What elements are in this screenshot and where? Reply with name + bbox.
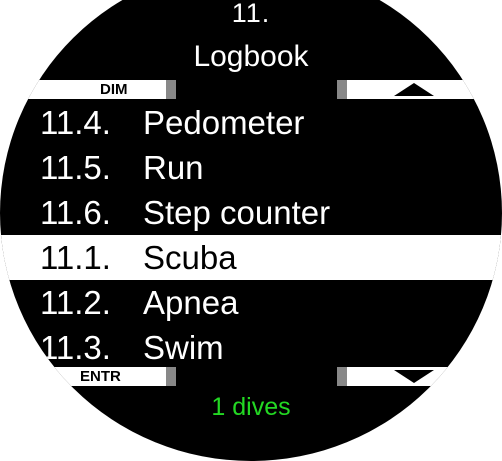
- menu-item-label: Run: [143, 149, 204, 186]
- menu-item-number: 11.4.: [40, 104, 111, 141]
- button-edge: [166, 367, 176, 386]
- scroll-down-button[interactable]: [337, 367, 480, 386]
- menu-item-scuba[interactable]: 11.1. Scuba: [0, 235, 502, 280]
- button-edge: [337, 367, 347, 386]
- page-title: Logbook: [193, 40, 309, 73]
- up-arrow-icon: [394, 83, 434, 96]
- button-edge: [166, 80, 176, 99]
- menu-item-number: 11.1.: [40, 239, 111, 276]
- menu-number: 11.: [231, 0, 271, 28]
- menu-item-number: 11.6.: [40, 194, 111, 231]
- logbook-menu-list: 11.4. Pedometer 11.5. Run 11.6. Step cou…: [0, 100, 502, 370]
- menu-item-number: 11.3.: [40, 329, 111, 366]
- button-edge: [337, 80, 347, 99]
- menu-item-pedometer[interactable]: 11.4. Pedometer: [0, 100, 502, 145]
- watch-screen: 11. Logbook DIM 11.4. Pedometer 11.5. Ru…: [0, 0, 502, 461]
- logbook-menu-screen: 11. Logbook DIM 11.4. Pedometer 11.5. Ru…: [0, 0, 502, 426]
- dim-button[interactable]: DIM: [20, 80, 176, 99]
- menu-item-label: Swim: [143, 329, 224, 366]
- menu-item-label: Step counter: [143, 194, 331, 231]
- dive-count-status: 1 dives: [211, 393, 291, 421]
- scroll-up-button[interactable]: [337, 80, 480, 99]
- menu-item-label: Apnea: [143, 284, 239, 321]
- menu-item-run[interactable]: 11.5. Run: [0, 145, 502, 190]
- menu-item-apnea[interactable]: 11.2. Apnea: [0, 280, 502, 325]
- enter-button-label: ENTR: [80, 368, 121, 385]
- menu-item-number: 11.5.: [40, 149, 111, 186]
- dim-button-label: DIM: [100, 81, 128, 98]
- menu-item-step-counter[interactable]: 11.6. Step counter: [0, 190, 502, 235]
- menu-item-swim[interactable]: 11.3. Swim: [0, 325, 502, 370]
- menu-item-number: 11.2.: [40, 284, 111, 321]
- menu-item-label: Scuba: [143, 239, 237, 276]
- menu-item-label: Pedometer: [143, 104, 305, 141]
- down-arrow-icon: [394, 370, 434, 383]
- enter-button[interactable]: ENTR: [20, 367, 176, 386]
